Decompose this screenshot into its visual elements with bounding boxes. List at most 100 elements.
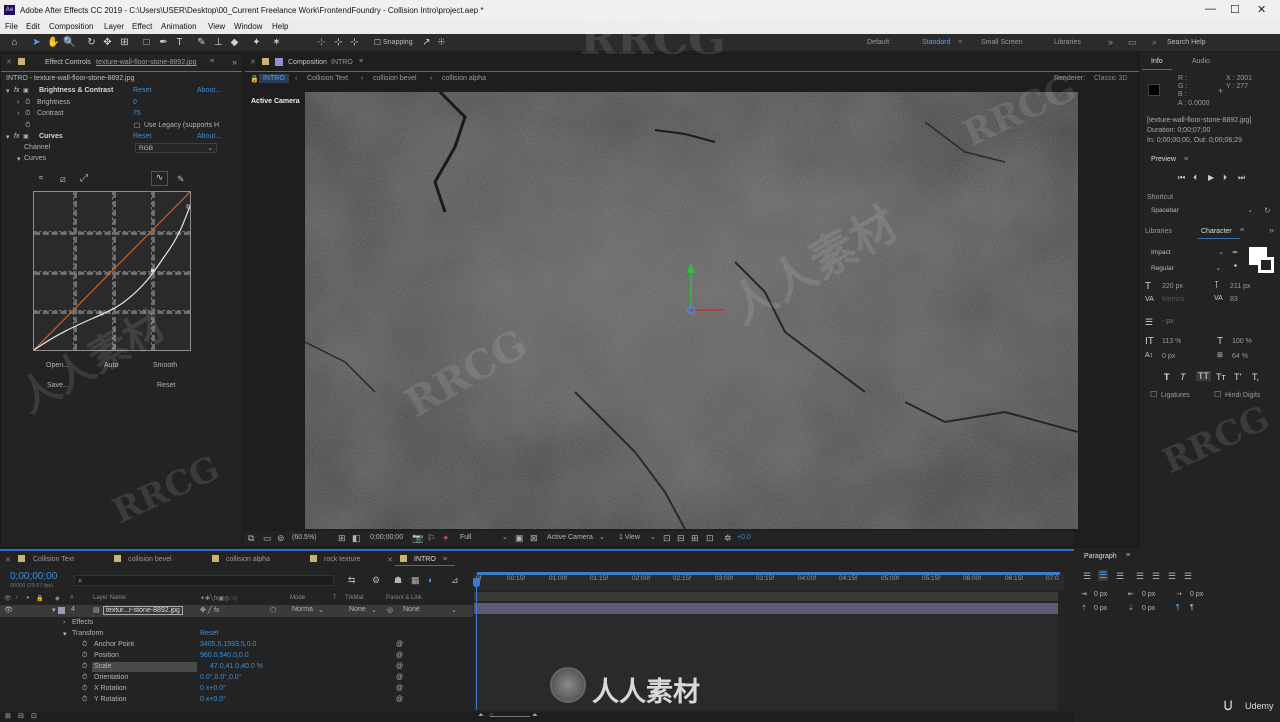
stopwatch-icon[interactable]: ⏱ bbox=[25, 99, 30, 107]
close-icon[interactable]: ✕ bbox=[1257, 3, 1266, 16]
timeline-search-input[interactable]: ⌕ bbox=[74, 575, 334, 586]
zoom-in-icon[interactable]: ⏶ bbox=[532, 712, 538, 720]
mode-col[interactable]: Mode bbox=[290, 595, 305, 601]
default-colors-icon[interactable]: ▪ bbox=[1234, 261, 1237, 270]
comp-lock-icon[interactable] bbox=[262, 58, 269, 65]
close-panel-icon[interactable]: ✕ bbox=[6, 58, 12, 66]
snap-options-icon[interactable]: ↗ bbox=[420, 36, 433, 49]
font-style-dropdown[interactable]: Regular ⌄ bbox=[1147, 264, 1225, 274]
tsume-value[interactable]: 64 % bbox=[1232, 353, 1248, 360]
renderer-value[interactable]: Classic 3D bbox=[1094, 75, 1127, 82]
close-timeline-icon[interactable]: ✕ bbox=[5, 556, 11, 564]
small-caps-button[interactable]: Tт bbox=[1216, 372, 1226, 382]
prop-anchor-value[interactable]: 3405.5,1593.5,0.0 bbox=[200, 641, 256, 648]
prop-position-value[interactable]: 960.0,540.0,0.0 bbox=[200, 652, 249, 659]
faux-italic-button[interactable]: T bbox=[1180, 372, 1186, 382]
hand-tool-icon[interactable]: ✋ bbox=[47, 36, 60, 49]
visibility-icon[interactable]: 👁 bbox=[4, 606, 13, 614]
stopwatch-icon[interactable]: ⏱ bbox=[82, 641, 87, 649]
layer-trkmat[interactable]: None bbox=[349, 606, 366, 613]
pencil-curve-icon[interactable]: ✎ bbox=[177, 174, 185, 185]
fx-icon[interactable]: fx bbox=[14, 87, 19, 94]
reset-shortcut-icon[interactable]: ↻ bbox=[1264, 206, 1271, 215]
tracking-value[interactable]: 83 bbox=[1230, 296, 1238, 303]
brush-tool-icon[interactable]: ✎ bbox=[195, 36, 208, 49]
expression-pickwhip-icon[interactable]: @ bbox=[396, 696, 403, 703]
motion-blur-icon[interactable]: ◐ bbox=[428, 575, 433, 585]
workspace-menu-icon[interactable]: ≡ bbox=[958, 39, 962, 46]
snap-grid-icon[interactable]: ⁜ bbox=[435, 36, 448, 49]
always-preview-icon[interactable]: ⧉ bbox=[248, 533, 254, 544]
next-frame-icon[interactable]: ⏵ bbox=[1223, 173, 1227, 183]
vertical-scale-value[interactable]: 113 % bbox=[1162, 338, 1181, 345]
timeline-tab-collision-alpha[interactable]: collision alpha bbox=[226, 556, 270, 563]
timeline-icon[interactable]: ⊡ bbox=[706, 533, 714, 544]
reset-exposure-icon[interactable]: ✲ bbox=[724, 533, 732, 544]
curve-channel-icon[interactable]: ¤ bbox=[39, 175, 43, 182]
character-menu-icon[interactable]: ≡ bbox=[1240, 227, 1244, 234]
breadcrumb-collision-bevel[interactable]: collision bevel bbox=[373, 75, 417, 82]
puppet-tool-icon[interactable]: ✶ bbox=[270, 36, 283, 49]
more-workspaces-icon[interactable]: » bbox=[1108, 37, 1113, 47]
menu-composition[interactable]: Composition bbox=[49, 22, 93, 31]
kerning-value[interactable]: Metrics bbox=[1162, 296, 1185, 303]
timeline-tab-intro[interactable]: INTRO bbox=[414, 556, 436, 563]
comp-lock-small-icon[interactable]: 🔒 bbox=[250, 75, 259, 83]
superscript-button[interactable]: T' bbox=[1234, 372, 1241, 382]
composition-viewer[interactable] bbox=[305, 92, 1078, 529]
close-comp-panel-icon[interactable]: ✕ bbox=[250, 58, 256, 66]
faux-bold-button[interactable]: T bbox=[1164, 372, 1170, 382]
shy-layers-icon[interactable]: ☗ bbox=[394, 575, 402, 586]
clone-stamp-tool-icon[interactable]: ⊥ bbox=[212, 36, 225, 49]
curve-expand-icon[interactable]: ⤢ bbox=[80, 173, 88, 184]
menu-edit[interactable]: Edit bbox=[26, 22, 40, 31]
menu-window[interactable]: Window bbox=[234, 22, 262, 31]
effect-controls-layer-tab[interactable]: texture-wall-floor-stone-8892.jpg bbox=[96, 59, 196, 66]
menu-animation[interactable]: Animation bbox=[161, 22, 197, 31]
zoom-tool-icon[interactable]: 🔍 bbox=[63, 36, 76, 49]
view-axis-icon[interactable]: ⊹ bbox=[348, 36, 361, 49]
roto-brush-tool-icon[interactable]: ✦ bbox=[250, 36, 263, 49]
show-snapshot-icon[interactable]: ⚐ bbox=[427, 533, 435, 544]
stroke-width-value[interactable]: - px bbox=[1162, 318, 1174, 325]
stopwatch-icon[interactable]: ⏱ bbox=[82, 696, 87, 704]
justify-left-icon[interactable]: ☰ bbox=[1136, 571, 1144, 582]
trkmat-col[interactable]: TrkMat bbox=[345, 595, 363, 601]
grid-guides-icon[interactable]: ⊞ bbox=[338, 533, 346, 544]
home-icon[interactable]: ⌂ bbox=[8, 36, 21, 49]
draft-3d-tl-icon[interactable]: ⚙ bbox=[372, 575, 380, 586]
layer-name-col[interactable]: Layer Name bbox=[93, 595, 126, 601]
curves-reset-graph-button[interactable]: Reset bbox=[157, 382, 175, 389]
footer-toggle-icon[interactable]: ⊡ bbox=[31, 712, 37, 720]
expression-pickwhip-icon[interactable]: @ bbox=[396, 641, 403, 648]
layer-switches-icon[interactable]: ✥ ╱ fx bbox=[200, 606, 219, 614]
expression-pickwhip-icon[interactable]: @ bbox=[396, 685, 403, 692]
pickwhip-icon[interactable]: ◎ bbox=[387, 606, 393, 614]
time-ruler[interactable]: 0f 00:15f 01:00f 01:15f 02:00f 02:15f 03… bbox=[474, 572, 1064, 590]
libraries-tab[interactable]: Libraries bbox=[1145, 228, 1172, 235]
comp-marker-bar[interactable] bbox=[474, 592, 1058, 601]
first-line-value[interactable]: 0 px bbox=[1190, 591, 1203, 598]
transparency-grid-icon[interactable]: ⊠ bbox=[530, 533, 538, 544]
mask-visibility-icon[interactable]: ⊚ bbox=[277, 533, 285, 544]
curve-resize-icon[interactable]: ⧄ bbox=[60, 174, 66, 185]
brightness-value[interactable]: 0 bbox=[133, 99, 137, 106]
paragraph-menu-icon[interactable]: ≡ bbox=[1126, 552, 1130, 559]
prop-transform-row[interactable]: ▾ Transform Reset bbox=[0, 629, 473, 640]
stopwatch-icon[interactable]: ⏱ bbox=[82, 663, 87, 671]
type-tool-icon[interactable]: T bbox=[173, 36, 186, 49]
fx-icon[interactable]: fx bbox=[14, 133, 19, 140]
curves-smooth-button[interactable]: Smooth bbox=[153, 362, 177, 369]
maximize-icon[interactable]: ☐ bbox=[1230, 3, 1240, 16]
close-tab-icon[interactable]: ✕ bbox=[387, 556, 393, 564]
stopwatch-icon[interactable]: ⏱ bbox=[25, 110, 30, 118]
menu-layer[interactable]: Layer bbox=[104, 22, 124, 31]
search-help-input[interactable]: Search Help bbox=[1167, 39, 1206, 46]
first-frame-icon[interactable]: ⏮ bbox=[1178, 173, 1185, 183]
stopwatch-icon[interactable]: ⏱ bbox=[82, 674, 87, 682]
workspace-libraries[interactable]: Libraries bbox=[1054, 39, 1081, 46]
curves-graph[interactable] bbox=[33, 191, 191, 351]
indent-right-value[interactable]: 0 px bbox=[1142, 591, 1155, 598]
contrast-value[interactable]: 75 bbox=[133, 110, 141, 117]
transform-reset-button[interactable]: Reset bbox=[200, 630, 218, 637]
